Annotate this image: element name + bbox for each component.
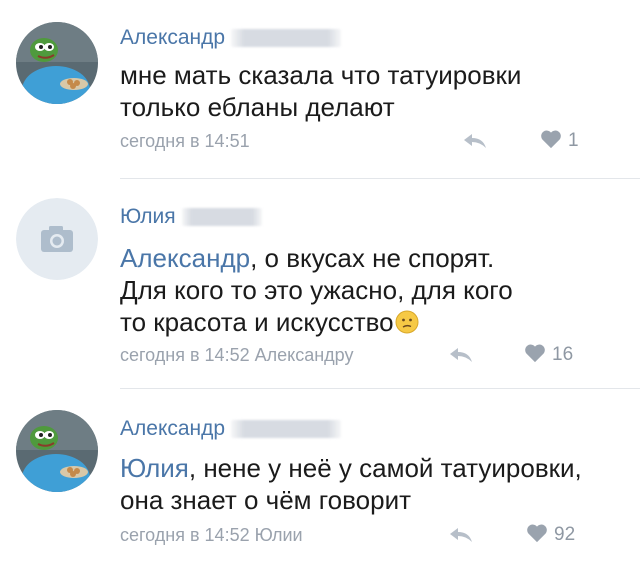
divider bbox=[120, 388, 640, 389]
comment-text-line: она знает о чём говорит bbox=[120, 485, 412, 515]
camera-icon bbox=[16, 198, 98, 280]
reply-to-link[interactable]: Юлии bbox=[255, 525, 303, 545]
comment-meta: сегодня в 14:52 Юлии bbox=[120, 523, 580, 547]
timestamp[interactable]: сегодня в 14:52 bbox=[120, 525, 250, 545]
timestamp[interactable]: сегодня в 14:52 bbox=[120, 345, 250, 365]
reply-icon[interactable] bbox=[462, 132, 488, 150]
reply-icon[interactable] bbox=[448, 346, 474, 364]
divider bbox=[120, 178, 640, 179]
avatar[interactable] bbox=[16, 410, 98, 492]
comment-author[interactable]: Александр bbox=[120, 416, 625, 442]
mention-link[interactable]: Александр bbox=[120, 243, 250, 273]
author-name[interactable]: Александр bbox=[120, 417, 225, 440]
comment-2: Юлия Александр, о вкусах не спорят. Для … bbox=[0, 180, 640, 390]
avatar[interactable] bbox=[16, 198, 98, 280]
comment-meta: сегодня в 14:51 bbox=[120, 129, 580, 153]
redacted-surname bbox=[231, 420, 342, 439]
comment-text-line: , нене у неё у самой татуировки, bbox=[188, 453, 582, 483]
author-name[interactable]: Александр bbox=[120, 26, 225, 49]
timestamp[interactable]: сегодня в 14:51 bbox=[120, 131, 250, 151]
reply-to-link[interactable]: Александру bbox=[255, 345, 354, 365]
redacted-surname bbox=[181, 208, 262, 227]
heart-icon bbox=[541, 130, 561, 149]
reply-icon[interactable] bbox=[448, 526, 474, 544]
redacted-surname bbox=[231, 29, 342, 48]
mention-link[interactable]: Юлия bbox=[120, 453, 189, 483]
comment-text-line: Для кого то это ужасно, для кого bbox=[120, 275, 513, 305]
like-count: 1 bbox=[568, 130, 579, 151]
comment-text: мне мать сказала что татуировки только е… bbox=[120, 59, 625, 123]
comment-text-line: только ебланы делают bbox=[120, 92, 395, 122]
comment-author[interactable]: Юлия bbox=[120, 204, 625, 230]
comment-text-line: , о вкусах не спорят. bbox=[250, 243, 495, 273]
pepe-frog-icon bbox=[16, 22, 98, 104]
heart-icon bbox=[527, 524, 547, 543]
comment-3: Александр Юлия, нене у неё у самой татуи… bbox=[0, 390, 640, 562]
author-name[interactable]: Юлия bbox=[120, 205, 176, 228]
comment-author[interactable]: Александр bbox=[120, 25, 625, 51]
like-button[interactable]: 1 bbox=[540, 129, 579, 153]
comment-text-line: то красота и искусство bbox=[120, 307, 394, 337]
confused-face-emoji-icon bbox=[395, 310, 419, 334]
like-button[interactable]: 92 bbox=[526, 523, 575, 547]
like-button[interactable]: 16 bbox=[524, 343, 573, 367]
comment-text: Юлия, нене у неё у самой татуировки, она… bbox=[120, 452, 625, 516]
comment-text-line: мне мать сказала что татуировки bbox=[120, 60, 522, 90]
comment-text: Александр, о вкусах не спорят. Для кого … bbox=[120, 242, 625, 338]
like-count: 16 bbox=[552, 344, 574, 365]
pepe-frog-icon bbox=[16, 410, 98, 492]
comment-meta: сегодня в 14:52 Александру bbox=[120, 343, 580, 367]
like-count: 92 bbox=[554, 524, 576, 545]
avatar[interactable] bbox=[16, 22, 98, 104]
heart-icon bbox=[525, 344, 545, 363]
comment-1: Александр мне мать сказала что татуировк… bbox=[0, 0, 640, 180]
